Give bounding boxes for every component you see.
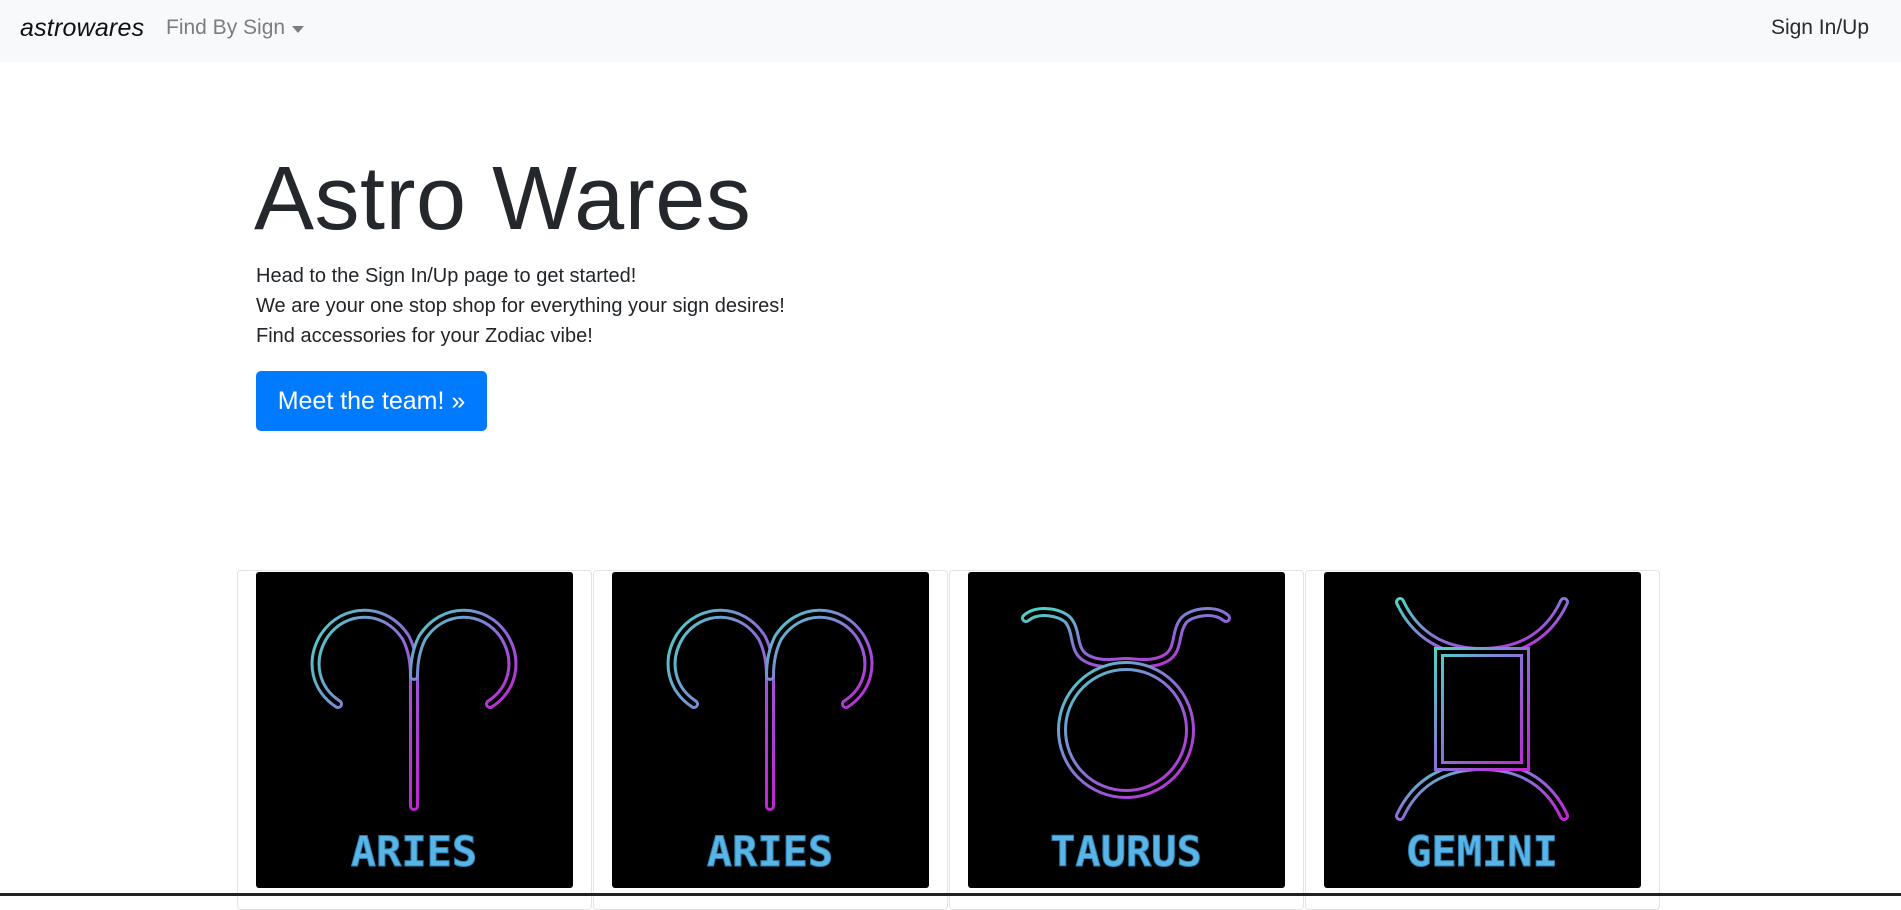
- product-image[interactable]: ARIES: [256, 572, 573, 888]
- product-image[interactable]: ARIES: [612, 572, 929, 888]
- product-card[interactable]: GEMINI: [1305, 570, 1660, 910]
- product-image[interactable]: GEMINI: [1324, 572, 1641, 888]
- product-card[interactable]: ARIES: [593, 570, 948, 910]
- gemini-sign-icon: GEMINI: [1395, 597, 1569, 877]
- product-sign-label: TAURUS: [1050, 827, 1202, 876]
- aries-sign-icon: ARIES: [310, 608, 518, 877]
- meet-team-button[interactable]: Meet the team! »: [256, 371, 487, 431]
- find-by-sign-label: Find By Sign: [166, 16, 286, 39]
- aries-sign-icon: ARIES: [666, 608, 874, 877]
- product-sign-label: ARIES: [707, 827, 833, 876]
- product-card[interactable]: TAURUS: [949, 570, 1304, 910]
- page-title: Astro Wares: [254, 149, 752, 249]
- taurus-sign-icon: TAURUS: [1021, 607, 1231, 877]
- hero-line-3: Find accessories for your Zodiac vibe!: [256, 325, 593, 347]
- navbar: astrowares Find By Sign Sign In/Up: [0, 0, 1901, 62]
- product-sign-label: GEMINI: [1406, 827, 1558, 876]
- product-sign-label: ARIES: [351, 827, 477, 876]
- signin-link[interactable]: Sign In/Up: [1771, 16, 1869, 40]
- caret-down-icon: [292, 25, 305, 33]
- brand-logo[interactable]: astrowares: [20, 14, 144, 43]
- product-image[interactable]: TAURUS: [968, 572, 1285, 888]
- hero-line-1: Head to the Sign In/Up page to get start…: [256, 265, 637, 287]
- product-card[interactable]: ARIES: [237, 570, 592, 910]
- hero-line-2: We are your one stop shop for everything…: [256, 295, 785, 317]
- find-by-sign-dropdown[interactable]: Find By Sign: [166, 16, 305, 40]
- product-grid: ARIES ARIES TAURUS GEMINI: [237, 570, 1661, 910]
